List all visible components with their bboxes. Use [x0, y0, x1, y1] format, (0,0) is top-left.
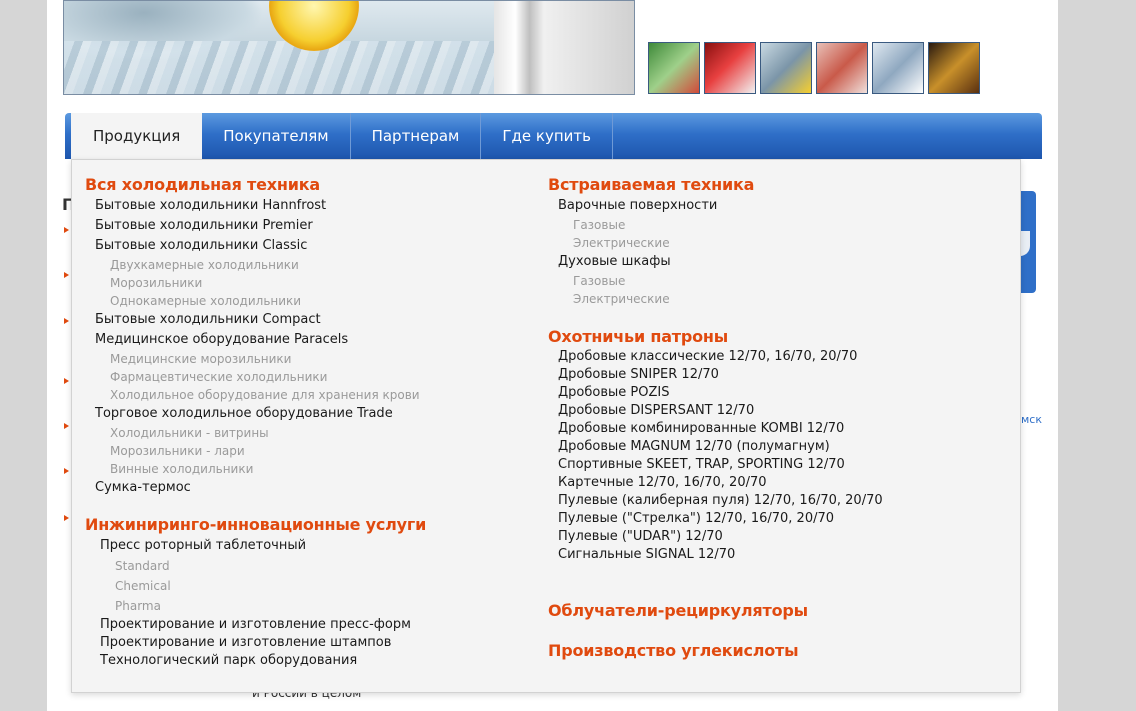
submenu-item[interactable]: Pharma	[85, 596, 426, 616]
menu-item[interactable]: Сумка-термос	[85, 478, 426, 498]
side-banner-fragment[interactable]	[1020, 191, 1036, 293]
submenu-item[interactable]: Однокамерные холодильники	[85, 292, 426, 310]
products-dropdown-menu: Вся холодильная техника Бытовые холодиль…	[71, 159, 1021, 693]
nav-tab-where-to-buy[interactable]: Где купить	[481, 113, 613, 159]
thumbnail-wine[interactable]	[928, 42, 980, 94]
menu-item[interactable]: Пресс роторный таблеточный	[85, 536, 426, 556]
menu-item[interactable]: Дробовые MAGNUM 12/70 (полумагнум)	[548, 438, 883, 456]
thumbnail-vegetables[interactable]	[648, 42, 700, 94]
bullet-icon	[64, 318, 69, 324]
bullet-icon	[64, 227, 69, 233]
section-co2-production[interactable]: Производство углекислоты	[548, 640, 883, 662]
menu-item[interactable]: Пулевые ("UDAR") 12/70	[548, 528, 883, 546]
menu-item[interactable]: Медицинское оборудование Paracels	[85, 330, 426, 350]
bullet-icon	[64, 515, 69, 521]
menu-item[interactable]: Дробовые классические 12/70, 16/70, 20/7…	[548, 348, 883, 366]
menu-item[interactable]: Дробовые комбинированные KOMBI 12/70	[548, 420, 883, 438]
menu-item[interactable]: Торговое холодильное оборудование Trade	[85, 404, 426, 424]
menu-item[interactable]: Сигнальные SIGNAL 12/70	[548, 546, 883, 564]
submenu-item[interactable]: Медицинские морозильники	[85, 350, 426, 368]
submenu-item[interactable]: Standard	[85, 556, 426, 576]
submenu-item[interactable]: Электрические	[548, 290, 883, 308]
section-refrigeration[interactable]: Вся холодильная техника	[85, 174, 426, 196]
menu-item[interactable]: Бытовые холодильники Premier	[85, 216, 426, 236]
submenu-item[interactable]: Морозильники	[85, 274, 426, 292]
submenu-item[interactable]: Морозильники - лари	[85, 442, 426, 460]
menu-item[interactable]: Дробовые SNIPER 12/70	[548, 366, 883, 384]
menu-item[interactable]: Бытовые холодильники Hannfrost	[85, 196, 426, 216]
submenu-item[interactable]: Chemical	[85, 576, 426, 596]
bullet-icon	[64, 272, 69, 278]
submenu-item[interactable]: Винные холодильники	[85, 460, 426, 478]
menu-item[interactable]: Проектирование и изготовление штампов	[85, 634, 426, 652]
menu-item[interactable]: Духовые шкафы	[548, 252, 883, 272]
dropdown-left-column: Вся холодильная техника Бытовые холодиль…	[85, 174, 426, 670]
dropdown-right-column: Встраиваемая техника Варочные поверхност…	[548, 174, 883, 662]
section-built-in[interactable]: Встраиваемая техника	[548, 174, 883, 196]
submenu-item[interactable]: Холодильники - витрины	[85, 424, 426, 442]
menu-item[interactable]: Бытовые холодильники Compact	[85, 310, 426, 330]
nav-tab-products[interactable]: Продукция	[71, 113, 203, 159]
bullet-icon	[64, 378, 69, 384]
section-cartridges[interactable]: Охотничьи патроны	[548, 326, 883, 348]
menu-item[interactable]: Пулевые ("Стрелка") 12/70, 16/70, 20/70	[548, 510, 883, 528]
submenu-item[interactable]: Фармацевтические холодильники	[85, 368, 426, 386]
submenu-item[interactable]: Двухкамерные холодильники	[85, 256, 426, 274]
thumbnail-fish[interactable]	[760, 42, 812, 94]
submenu-item[interactable]: Холодильное оборудование для хранения кр…	[85, 386, 426, 404]
nav-tab-partners[interactable]: Партнерам	[351, 113, 482, 159]
nav-tab-customers[interactable]: Покупателям	[202, 113, 351, 159]
fridge-door-graphic	[494, 1, 634, 94]
thumbnail-drinks[interactable]	[704, 42, 756, 94]
submenu-item[interactable]: Электрические	[548, 234, 883, 252]
submenu-item[interactable]: Газовые	[548, 216, 883, 234]
menu-item[interactable]: Дробовые POZIS	[548, 384, 883, 402]
menu-item[interactable]: Пулевые (калиберная пуля) 12/70, 16/70, …	[548, 492, 883, 510]
thumbnail-shelves[interactable]	[872, 42, 924, 94]
ice-graphic	[64, 41, 504, 94]
menu-item[interactable]: Варочные поверхности	[548, 196, 883, 216]
bullet-icon	[64, 468, 69, 474]
menu-item[interactable]: Дробовые DISPERSANT 12/70	[548, 402, 883, 420]
hero-banner-image	[63, 0, 635, 95]
menu-item[interactable]: Картечные 12/70, 16/70, 20/70	[548, 474, 883, 492]
menu-item[interactable]: Бытовые холодильники Classic	[85, 236, 426, 256]
section-engineering[interactable]: Инжиниринго-инновационные услуги	[85, 514, 426, 536]
thumbnail-meat[interactable]	[816, 42, 868, 94]
side-link-fragment[interactable]: мск	[1021, 413, 1042, 426]
main-nav: Продукция Покупателям Партнерам Где купи…	[65, 113, 1042, 159]
thumbnail-strip	[648, 42, 980, 94]
menu-item[interactable]: Технологический парк оборудования	[85, 652, 426, 670]
submenu-item[interactable]: Газовые	[548, 272, 883, 290]
menu-item[interactable]: Спортивные SKEET, TRAP, SPORTING 12/70	[548, 456, 883, 474]
menu-item[interactable]: Проектирование и изготовление пресс-форм	[85, 616, 426, 634]
bullet-icon	[64, 423, 69, 429]
section-irradiators[interactable]: Облучатели-рециркуляторы	[548, 600, 883, 622]
